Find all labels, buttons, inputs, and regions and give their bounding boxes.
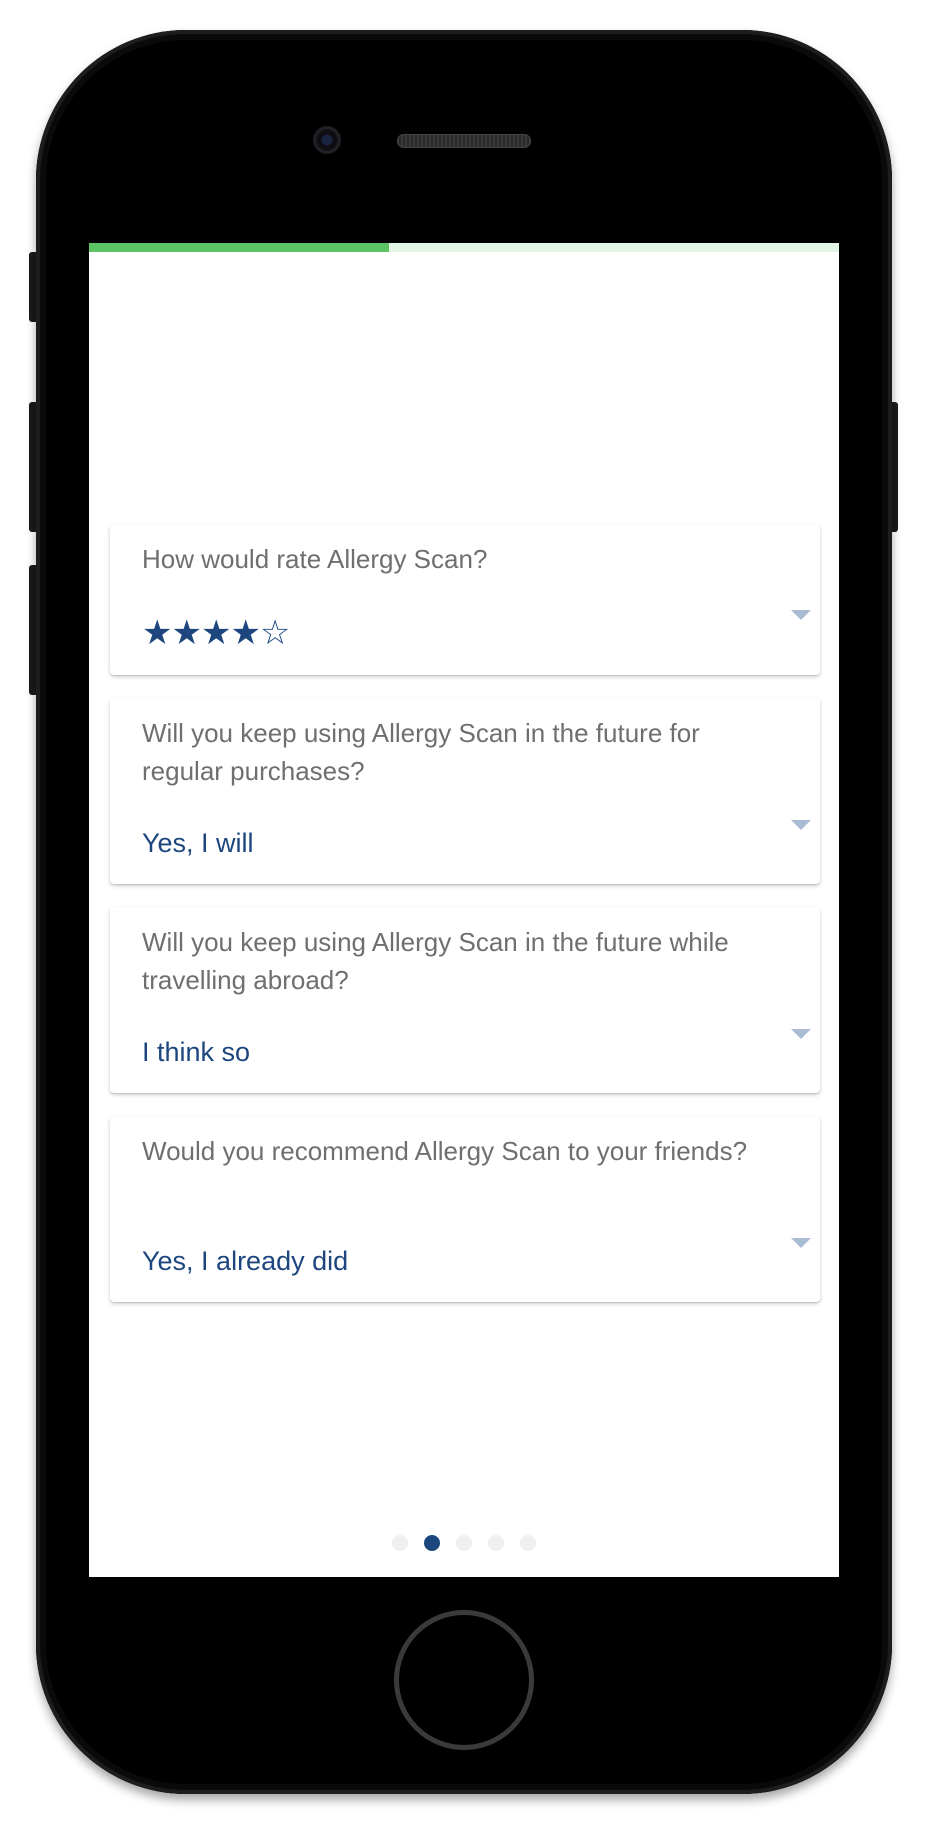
page-dot[interactable] — [424, 1535, 440, 1551]
question-card-travelling[interactable]: Will you keep using Allergy Scan in the … — [110, 907, 820, 1093]
question-card-rating[interactable]: How would rate Allergy Scan? ★★★★☆ — [110, 524, 820, 675]
speaker-grille — [397, 134, 531, 148]
caret-down-icon[interactable] — [791, 610, 811, 620]
question-text: Will you keep using Allergy Scan in the … — [142, 927, 729, 995]
answer-select-value[interactable]: Yes, I will — [142, 826, 254, 860]
caret-down-icon[interactable] — [791, 820, 811, 830]
page-dot[interactable] — [488, 1535, 504, 1551]
page-dot[interactable] — [520, 1535, 536, 1551]
progress-bar — [89, 243, 839, 252]
question-text: Would you recommend Allergy Scan to your… — [142, 1136, 748, 1166]
answer-select-value[interactable]: Yes, I already did — [142, 1244, 348, 1278]
camera-icon — [313, 126, 341, 154]
question-text: How would rate Allergy Scan? — [142, 544, 488, 574]
question-card-regular-purchases[interactable]: Will you keep using Allergy Scan in the … — [110, 698, 820, 884]
question-card-recommend[interactable]: Would you recommend Allergy Scan to your… — [110, 1116, 820, 1302]
question-text: Will you keep using Allergy Scan in the … — [142, 718, 700, 786]
progress-bar-fill — [89, 243, 389, 252]
page-dot[interactable] — [456, 1535, 472, 1551]
answer-select-value[interactable]: I think so — [142, 1035, 250, 1069]
app-screen: How would rate Allergy Scan? ★★★★☆ Will … — [89, 243, 839, 1577]
home-button — [394, 1610, 534, 1750]
caret-down-icon[interactable] — [791, 1238, 811, 1248]
page-dot[interactable] — [392, 1535, 408, 1551]
page-indicator — [89, 1535, 839, 1551]
star-rating[interactable]: ★★★★☆ — [142, 615, 290, 651]
caret-down-icon[interactable] — [791, 1029, 811, 1039]
